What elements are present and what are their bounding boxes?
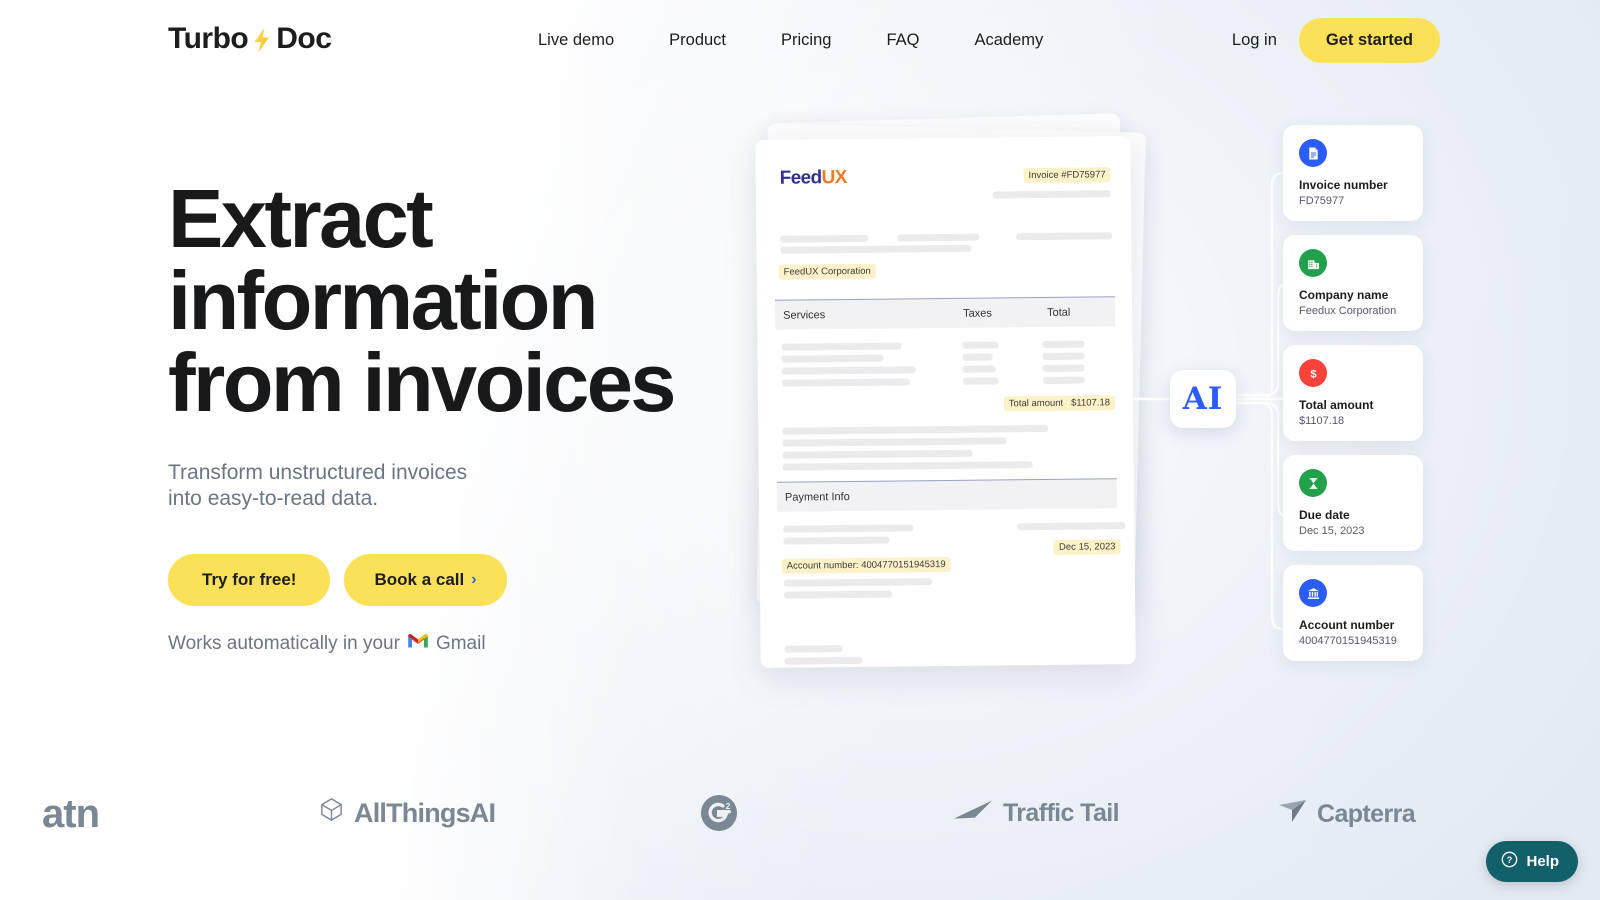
- card-title: Account number: [1299, 618, 1395, 632]
- partner-logo-traffictail: Traffic Tail: [952, 798, 1120, 829]
- svg-text:$: $: [1310, 368, 1317, 380]
- card-value: Dec 15, 2023: [1299, 525, 1365, 537]
- partner-logo-capterra: Capterra: [1278, 798, 1416, 831]
- extracted-card-due-date[interactable]: Due date Dec 15, 2023: [1283, 455, 1423, 551]
- bank-icon: [1299, 579, 1327, 607]
- card-title: Due date: [1299, 508, 1350, 522]
- extracted-card-account-number[interactable]: Account number 4004770151945319: [1283, 565, 1423, 661]
- card-title: Invoice number: [1299, 178, 1388, 192]
- extracted-fields-list: Invoice number FD75977 Company name Feed…: [1283, 125, 1423, 675]
- svg-text:2: 2: [726, 801, 731, 811]
- nav-item-product[interactable]: Product: [669, 27, 726, 54]
- extracted-card-total-amount[interactable]: $ Total amount $1107.18: [1283, 345, 1423, 441]
- capterra-arrow-icon: [1278, 798, 1308, 831]
- main-navigation: Live demo Product Pricing FAQ Academy: [538, 27, 1043, 54]
- site-header: Turbo Doc Live demo Product Pricing FAQ …: [0, 0, 1600, 78]
- allthingsai-cube-icon: [318, 796, 345, 830]
- building-icon: [1299, 249, 1327, 277]
- card-value: FD75977: [1299, 195, 1345, 207]
- partner-logo-label: atn: [42, 792, 100, 836]
- card-title: Total amount: [1299, 398, 1374, 412]
- extracted-card-invoice-number[interactable]: Invoice number FD75977: [1283, 125, 1423, 221]
- ai-badge-label: AI: [1182, 381, 1224, 417]
- partner-logo-strip: atn AllThingsAI 2 Traffic Tail Capterra: [0, 778, 1600, 848]
- page-title: Extract information from invoices: [168, 172, 676, 430]
- header-actions: Log in Get started: [1232, 18, 1440, 63]
- partner-logo-label: AllThingsAI: [354, 797, 496, 828]
- gmail-label: Gmail: [435, 632, 486, 654]
- hero-subtitle: Transform unstructured invoices into eas…: [168, 461, 468, 511]
- partner-logo-allthingsai: AllThingsAI: [318, 796, 496, 830]
- gmail-note-prefix: Works automatically in your: [168, 632, 400, 654]
- traffic-tail-arrow-icon: [952, 798, 994, 829]
- site-logo[interactable]: Turbo Doc: [168, 22, 332, 56]
- partner-logo-label: Traffic Tail: [1003, 799, 1120, 827]
- gmail-icon: [407, 632, 429, 655]
- hero-cta-group: Try for free! Book a call ›: [168, 554, 698, 607]
- try-for-free-button[interactable]: Try for free!: [168, 554, 331, 607]
- partner-logo-g2: 2: [700, 794, 738, 832]
- gmail-note: Works automatically in your Gmail: [168, 632, 486, 655]
- hourglass-icon: [1299, 469, 1327, 497]
- card-value: $1107.18: [1299, 415, 1345, 427]
- g2-icon: 2: [700, 794, 738, 832]
- nav-item-pricing[interactable]: Pricing: [781, 27, 831, 54]
- document-icon: [1299, 139, 1327, 167]
- logo-text-doc: Doc: [276, 22, 332, 55]
- book-a-call-label: Book a call: [374, 570, 465, 590]
- help-widget[interactable]: ? Help: [1486, 841, 1578, 882]
- ai-badge: AI: [1170, 370, 1236, 428]
- extracted-card-company-name[interactable]: Company name Feedux Corporation: [1283, 235, 1423, 331]
- svg-text:?: ?: [1507, 855, 1512, 865]
- nav-item-faq[interactable]: FAQ: [886, 27, 919, 54]
- dollar-icon: $: [1299, 359, 1327, 387]
- hero-content: Extract information from invoices Transf…: [168, 172, 698, 607]
- lightning-bolt-icon: [249, 25, 275, 55]
- partner-logo-atn: atn: [42, 792, 100, 837]
- nav-item-academy[interactable]: Academy: [974, 27, 1043, 54]
- partner-logo-label: Capterra: [1317, 800, 1416, 828]
- chevron-right-icon: ›: [471, 571, 477, 589]
- book-a-call-button[interactable]: Book a call ›: [344, 554, 507, 607]
- logo-text-turbo: Turbo: [168, 22, 249, 55]
- help-widget-label: Help: [1526, 853, 1559, 870]
- question-mark-icon: ?: [1501, 851, 1518, 872]
- card-value: Feedux Corporation: [1299, 305, 1397, 317]
- login-link[interactable]: Log in: [1232, 31, 1277, 50]
- card-title: Company name: [1299, 288, 1389, 302]
- nav-item-live-demo[interactable]: Live demo: [538, 27, 614, 54]
- get-started-button[interactable]: Get started: [1298, 18, 1440, 63]
- card-value: 4004770151945319: [1299, 635, 1397, 647]
